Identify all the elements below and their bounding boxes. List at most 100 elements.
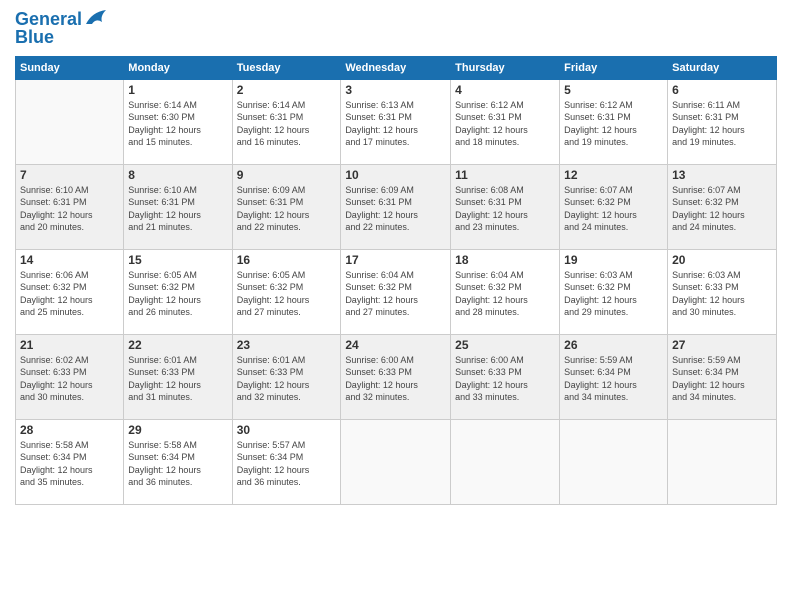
- day-cell: 17 Sunrise: 6:04 AM Sunset: 6:32 PM Dayli…: [341, 249, 451, 334]
- logo: General Blue: [15, 10, 106, 48]
- day-cell: 27 Sunrise: 5:59 AM Sunset: 6:34 PM Dayli…: [668, 334, 777, 419]
- day-info: Sunrise: 6:12 AM Sunset: 6:31 PM Dayligh…: [564, 99, 663, 149]
- day-info: Sunrise: 6:13 AM Sunset: 6:31 PM Dayligh…: [345, 99, 446, 149]
- day-info: Sunrise: 6:08 AM Sunset: 6:31 PM Dayligh…: [455, 184, 555, 234]
- day-info: Sunrise: 6:01 AM Sunset: 6:33 PM Dayligh…: [128, 354, 227, 404]
- day-number: 1: [128, 83, 227, 97]
- day-number: 15: [128, 253, 227, 267]
- day-cell: 8 Sunrise: 6:10 AM Sunset: 6:31 PM Daylig…: [124, 164, 232, 249]
- day-cell: 7 Sunrise: 6:10 AM Sunset: 6:31 PM Daylig…: [16, 164, 124, 249]
- day-number: 17: [345, 253, 446, 267]
- day-cell: [560, 419, 668, 504]
- day-info: Sunrise: 5:58 AM Sunset: 6:34 PM Dayligh…: [128, 439, 227, 489]
- week-row-5: 28 Sunrise: 5:58 AM Sunset: 6:34 PM Dayli…: [16, 419, 777, 504]
- day-cell: [451, 419, 560, 504]
- week-row-3: 14 Sunrise: 6:06 AM Sunset: 6:32 PM Dayli…: [16, 249, 777, 334]
- header: General Blue: [15, 10, 777, 48]
- day-info: Sunrise: 6:00 AM Sunset: 6:33 PM Dayligh…: [345, 354, 446, 404]
- day-number: 13: [672, 168, 772, 182]
- day-number: 10: [345, 168, 446, 182]
- header-row: SundayMondayTuesdayWednesdayThursdayFrid…: [16, 56, 777, 79]
- col-header-tuesday: Tuesday: [232, 56, 341, 79]
- col-header-wednesday: Wednesday: [341, 56, 451, 79]
- day-cell: 30 Sunrise: 5:57 AM Sunset: 6:34 PM Dayli…: [232, 419, 341, 504]
- day-cell: 14 Sunrise: 6:06 AM Sunset: 6:32 PM Dayli…: [16, 249, 124, 334]
- day-info: Sunrise: 6:14 AM Sunset: 6:31 PM Dayligh…: [237, 99, 337, 149]
- day-info: Sunrise: 6:06 AM Sunset: 6:32 PM Dayligh…: [20, 269, 119, 319]
- day-cell: [341, 419, 451, 504]
- day-cell: 21 Sunrise: 6:02 AM Sunset: 6:33 PM Dayli…: [16, 334, 124, 419]
- day-info: Sunrise: 6:04 AM Sunset: 6:32 PM Dayligh…: [455, 269, 555, 319]
- day-info: Sunrise: 6:00 AM Sunset: 6:33 PM Dayligh…: [455, 354, 555, 404]
- day-info: Sunrise: 6:11 AM Sunset: 6:31 PM Dayligh…: [672, 99, 772, 149]
- day-number: 14: [20, 253, 119, 267]
- day-info: Sunrise: 6:07 AM Sunset: 6:32 PM Dayligh…: [564, 184, 663, 234]
- day-info: Sunrise: 6:12 AM Sunset: 6:31 PM Dayligh…: [455, 99, 555, 149]
- day-info: Sunrise: 5:57 AM Sunset: 6:34 PM Dayligh…: [237, 439, 337, 489]
- day-cell: [16, 79, 124, 164]
- day-number: 7: [20, 168, 119, 182]
- day-info: Sunrise: 6:02 AM Sunset: 6:33 PM Dayligh…: [20, 354, 119, 404]
- day-cell: 13 Sunrise: 6:07 AM Sunset: 6:32 PM Dayli…: [668, 164, 777, 249]
- day-number: 3: [345, 83, 446, 97]
- day-number: 26: [564, 338, 663, 352]
- day-number: 20: [672, 253, 772, 267]
- page: General Blue SundayMondayTuesdayWednesda…: [0, 0, 792, 612]
- day-number: 21: [20, 338, 119, 352]
- logo-bird-icon: [84, 10, 106, 28]
- day-number: 8: [128, 168, 227, 182]
- day-number: 9: [237, 168, 337, 182]
- day-number: 23: [237, 338, 337, 352]
- col-header-thursday: Thursday: [451, 56, 560, 79]
- day-cell: 15 Sunrise: 6:05 AM Sunset: 6:32 PM Dayli…: [124, 249, 232, 334]
- day-number: 27: [672, 338, 772, 352]
- day-info: Sunrise: 6:09 AM Sunset: 6:31 PM Dayligh…: [345, 184, 446, 234]
- day-info: Sunrise: 6:03 AM Sunset: 6:32 PM Dayligh…: [564, 269, 663, 319]
- day-cell: 28Sunrise: 5:58 AM Sunset: 6:34 PM Dayli…: [16, 419, 124, 504]
- day-cell: 4 Sunrise: 6:12 AM Sunset: 6:31 PM Daylig…: [451, 79, 560, 164]
- day-info: Sunrise: 6:04 AM Sunset: 6:32 PM Dayligh…: [345, 269, 446, 319]
- day-cell: [668, 419, 777, 504]
- week-row-1: 1 Sunrise: 6:14 AM Sunset: 6:30 PM Daylig…: [16, 79, 777, 164]
- day-cell: 5Sunrise: 6:12 AM Sunset: 6:31 PM Daylig…: [560, 79, 668, 164]
- day-info: Sunrise: 5:59 AM Sunset: 6:34 PM Dayligh…: [564, 354, 663, 404]
- day-cell: 16 Sunrise: 6:05 AM Sunset: 6:32 PM Dayli…: [232, 249, 341, 334]
- day-number: 2: [237, 83, 337, 97]
- day-number: 18: [455, 253, 555, 267]
- day-cell: 24 Sunrise: 6:00 AM Sunset: 6:33 PM Dayli…: [341, 334, 451, 419]
- day-number: 30: [237, 423, 337, 437]
- week-row-4: 21 Sunrise: 6:02 AM Sunset: 6:33 PM Dayli…: [16, 334, 777, 419]
- day-info: Sunrise: 6:10 AM Sunset: 6:31 PM Dayligh…: [20, 184, 119, 234]
- day-number: 16: [237, 253, 337, 267]
- day-number: 24: [345, 338, 446, 352]
- day-info: Sunrise: 6:07 AM Sunset: 6:32 PM Dayligh…: [672, 184, 772, 234]
- calendar-table: SundayMondayTuesdayWednesdayThursdayFrid…: [15, 56, 777, 505]
- day-number: 25: [455, 338, 555, 352]
- day-info: Sunrise: 6:05 AM Sunset: 6:32 PM Dayligh…: [237, 269, 337, 319]
- day-cell: 10 Sunrise: 6:09 AM Sunset: 6:31 PM Dayli…: [341, 164, 451, 249]
- day-info: Sunrise: 6:14 AM Sunset: 6:30 PM Dayligh…: [128, 99, 227, 149]
- col-header-friday: Friday: [560, 56, 668, 79]
- day-info: Sunrise: 6:01 AM Sunset: 6:33 PM Dayligh…: [237, 354, 337, 404]
- day-cell: 26 Sunrise: 5:59 AM Sunset: 6:34 PM Dayli…: [560, 334, 668, 419]
- day-number: 11: [455, 168, 555, 182]
- day-number: 28: [20, 423, 119, 437]
- day-cell: 3 Sunrise: 6:13 AM Sunset: 6:31 PM Daylig…: [341, 79, 451, 164]
- day-number: 19: [564, 253, 663, 267]
- week-row-2: 7 Sunrise: 6:10 AM Sunset: 6:31 PM Daylig…: [16, 164, 777, 249]
- day-number: 4: [455, 83, 555, 97]
- col-header-sunday: Sunday: [16, 56, 124, 79]
- day-cell: 2 Sunrise: 6:14 AM Sunset: 6:31 PM Daylig…: [232, 79, 341, 164]
- day-cell: 1 Sunrise: 6:14 AM Sunset: 6:30 PM Daylig…: [124, 79, 232, 164]
- day-cell: 23 Sunrise: 6:01 AM Sunset: 6:33 PM Dayli…: [232, 334, 341, 419]
- day-cell: 9Sunrise: 6:09 AM Sunset: 6:31 PM Daylig…: [232, 164, 341, 249]
- day-info: Sunrise: 6:10 AM Sunset: 6:31 PM Dayligh…: [128, 184, 227, 234]
- day-number: 29: [128, 423, 227, 437]
- logo-text-blue: Blue: [15, 28, 106, 48]
- day-cell: 12Sunrise: 6:07 AM Sunset: 6:32 PM Dayli…: [560, 164, 668, 249]
- day-cell: 29 Sunrise: 5:58 AM Sunset: 6:34 PM Dayli…: [124, 419, 232, 504]
- day-info: Sunrise: 5:59 AM Sunset: 6:34 PM Dayligh…: [672, 354, 772, 404]
- day-info: Sunrise: 6:05 AM Sunset: 6:32 PM Dayligh…: [128, 269, 227, 319]
- day-cell: 19 Sunrise: 6:03 AM Sunset: 6:32 PM Dayli…: [560, 249, 668, 334]
- day-cell: 6Sunrise: 6:11 AM Sunset: 6:31 PM Daylig…: [668, 79, 777, 164]
